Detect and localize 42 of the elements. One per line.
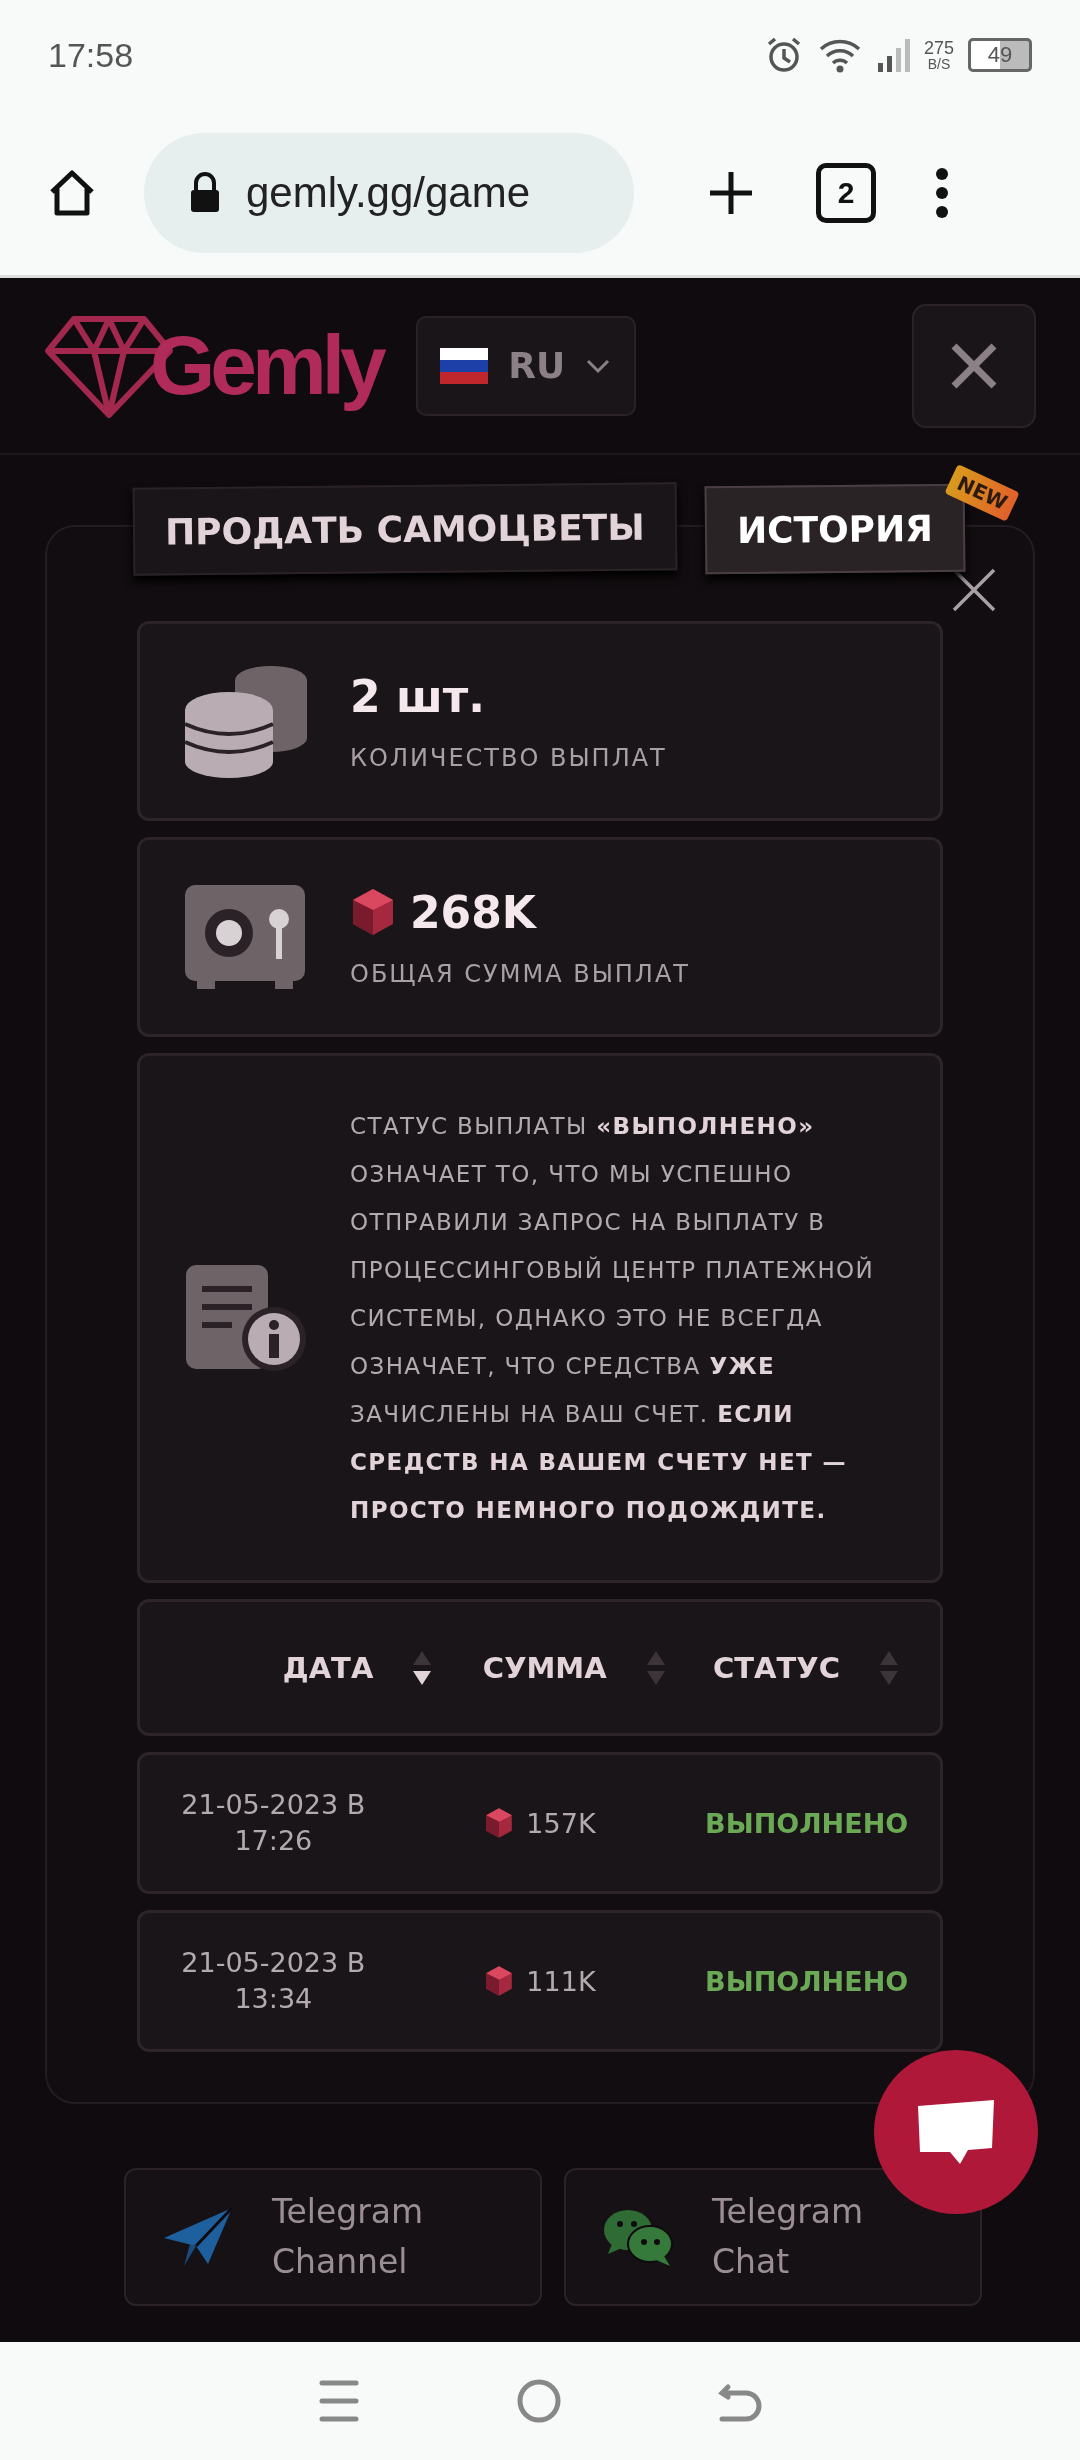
network-speed: 275 bbox=[923, 39, 954, 57]
menu-icon[interactable] bbox=[318, 2379, 361, 2423]
gem-icon bbox=[484, 1807, 515, 1839]
chevron-down-icon bbox=[585, 357, 612, 374]
telegram-link[interactable]: Telegram Chat bbox=[564, 2168, 982, 2306]
close-button[interactable] bbox=[912, 303, 1036, 428]
speed-unit: B/S bbox=[927, 57, 951, 71]
wifi-icon bbox=[817, 37, 862, 73]
signal-icon bbox=[875, 37, 910, 73]
stat-label: ОБЩАЯ СУММА ВЫПЛАТ bbox=[350, 959, 690, 988]
date-cell-text: 21-05-2023 В 13:34 bbox=[180, 1946, 367, 2016]
notice-text: СТАТУС ВЫПЛАТЫ «ВЫПОЛНЕНО» ОЗНАЧАЕТ ТО, ЧТО МЫ УСПЕШНО ОТПРАВИЛИ ЗАПРОС НА ВЫПЛАТУ В ПРОЦЕССИНГОВЫЙ ЦЕНТР ПЛАТЕЖНОЙ СИСТЕМЫ, ОДНАКО ЭТО НЕ ВСЕГДА ОЗНАЧАЕТ, ЧТО СРЕДСТВА УЖЕ ЗАЧИСЛЕНЫ НА ВАШ СЧЕТ. ЕСЛИ СРЕДСТВ НА ВАШЕМ СЧЕТУ НЕТ — ПРОСТО НЕМНОГО ПОДОЖДИТЕ. bbox=[350, 1112, 876, 1525]
stat-value: 268K bbox=[410, 886, 536, 938]
document-info-icon bbox=[184, 1263, 306, 1373]
column-header[interactable]: ДАТА bbox=[200, 1648, 434, 1687]
telegram-link[interactable]: Telegram Channel bbox=[124, 2168, 542, 2306]
gem-icon bbox=[484, 1965, 515, 1997]
tab[interactable]: ПРОДАТЬ САМОЦВЕТЫ bbox=[132, 482, 677, 576]
flag-icon bbox=[440, 347, 489, 384]
clock-time: 17:58 bbox=[48, 35, 134, 75]
paper-plane-icon bbox=[162, 2206, 234, 2268]
amount-cell: 157K bbox=[526, 1807, 596, 1839]
close-icon[interactable] bbox=[951, 567, 997, 613]
more-icon[interactable] bbox=[934, 166, 950, 219]
date-cell-text: 21-05-2023 В 17:26 bbox=[180, 1788, 367, 1858]
logo-text: Gemly bbox=[150, 317, 382, 414]
home-circle-icon[interactable] bbox=[517, 2379, 561, 2423]
safe-icon bbox=[183, 883, 307, 991]
language-selector[interactable]: RU bbox=[415, 315, 636, 416]
amount-cell: 111K bbox=[526, 1965, 596, 1997]
column-header[interactable]: СТАТУС bbox=[666, 1648, 900, 1687]
stat-value: 2 шт. bbox=[350, 670, 485, 722]
address-bar[interactable]: gemly.gg/game bbox=[144, 132, 634, 253]
battery-icon: 49 bbox=[968, 38, 1032, 72]
gem-icon bbox=[350, 887, 396, 937]
tab-count-button[interactable]: 2 bbox=[816, 162, 876, 223]
message-icon bbox=[916, 2098, 996, 2166]
lock-icon bbox=[188, 171, 222, 214]
column-header[interactable]: СУММА bbox=[433, 1648, 667, 1687]
status-cell: ВЫПОЛНЕНО bbox=[705, 1807, 909, 1839]
status-cell: ВЫПОЛНЕНО bbox=[705, 1965, 909, 1997]
stat-label: КОЛИЧЕСТВО ВЫПЛАТ bbox=[350, 743, 667, 772]
